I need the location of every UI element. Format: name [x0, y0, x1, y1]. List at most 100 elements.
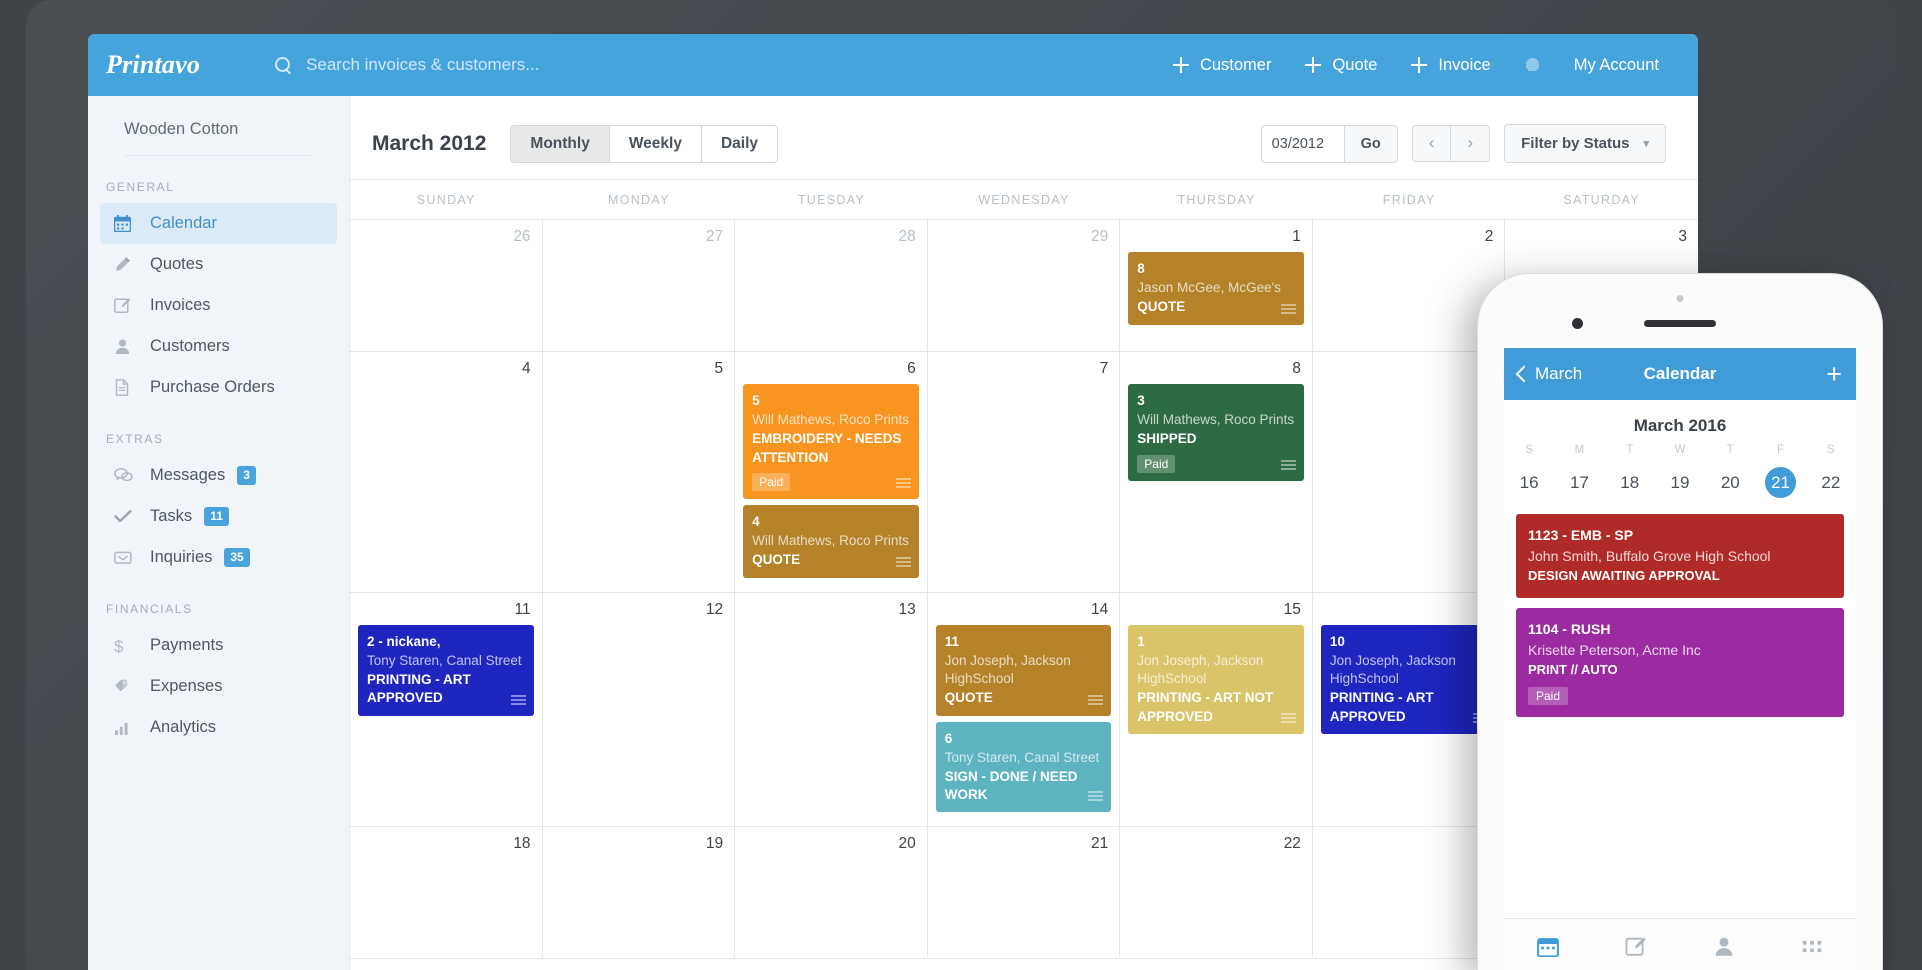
- event-status: PRINTING - ART APPROVED: [367, 672, 471, 706]
- calendar-day-cell[interactable]: 8 3 Will Mathews, Roco Prints SHIPPED Paid: [1120, 352, 1313, 592]
- calendar-day-cell[interactable]: 18: [350, 827, 543, 959]
- notifications-button[interactable]: [1508, 57, 1557, 74]
- phone-add-button[interactable]: +: [1826, 360, 1842, 388]
- add-invoice-button[interactable]: Invoice: [1394, 56, 1507, 75]
- day-number: 21: [1091, 835, 1109, 853]
- event-drag-handle-icon[interactable]: [895, 477, 911, 490]
- phone-date-number: 21: [1765, 467, 1797, 498]
- calendar-day-cell[interactable]: 13: [735, 592, 928, 827]
- sidebar-item-inquiries[interactable]: Inquiries 35: [100, 537, 337, 578]
- phone-date-cell[interactable]: 20: [1705, 463, 1755, 502]
- phone-date-cell[interactable]: 18: [1605, 463, 1655, 502]
- view-daily-button[interactable]: Daily: [701, 125, 778, 162]
- day-number: 8: [1292, 360, 1301, 377]
- event-drag-handle-icon[interactable]: [1088, 694, 1104, 707]
- prev-month-button[interactable]: ‹: [1413, 126, 1452, 161]
- event-drag-handle-icon[interactable]: [1280, 459, 1296, 472]
- phone-camera: [1572, 318, 1583, 329]
- event-paid-badge: Paid: [752, 472, 791, 491]
- calendar-day-cell[interactable]: 14 11 Jon Joseph, Jackson HighSchool QUOTE 6…: [928, 592, 1121, 827]
- phone-date-cell[interactable]: 19: [1655, 463, 1705, 502]
- chat-bubbles-icon: [114, 467, 136, 484]
- filter-by-status-dropdown[interactable]: Filter by Status ▾: [1504, 124, 1666, 163]
- search-input[interactable]: [306, 55, 827, 75]
- sidebar-item-tasks[interactable]: Tasks 11: [100, 496, 337, 537]
- calendar-day-cell[interactable]: 15 1 Jon Joseph, Jackson HighSchool PRINTIN…: [1120, 592, 1313, 827]
- go-button[interactable]: Go: [1343, 125, 1397, 162]
- phone-back-button[interactable]: March: [1515, 364, 1582, 384]
- calendar-day-cell[interactable]: 28: [735, 220, 928, 351]
- phone-date-cell[interactable]: 21: [1755, 463, 1805, 502]
- calendar-event[interactable]: 6 Tony Staren, Canal Street SIGN - DONE / …: [935, 721, 1112, 813]
- calendar-event[interactable]: 10 Jon Joseph, Jackson HighSchool PRINTING…: [1320, 624, 1497, 734]
- phone-month-label: March 2016: [1633, 416, 1727, 435]
- view-weekly-button[interactable]: Weekly: [609, 125, 702, 162]
- add-quote-button[interactable]: Quote: [1288, 56, 1394, 75]
- calendar-event[interactable]: 1 Jon Joseph, Jackson HighSchool PRINTING …: [1128, 624, 1304, 734]
- calendar-event[interactable]: 4 Will Mathews, Roco Prints QUOTE: [743, 504, 919, 578]
- calendar-day-cell[interactable]: 1 8 Jason McGee, McGee's QUOTE: [1120, 220, 1313, 351]
- event-drag-handle-icon[interactable]: [1088, 791, 1104, 803]
- phone-event-paid-badge: Paid: [1528, 686, 1569, 705]
- month-nav-group: ‹ ›: [1411, 125, 1491, 162]
- sidebar-item-customers[interactable]: Customers: [100, 326, 337, 367]
- calendar-day-cell[interactable]: 5: [543, 352, 736, 592]
- calendar-event[interactable]: 8 Jason McGee, McGee's QUOTE: [1128, 252, 1304, 325]
- calendar-event[interactable]: 5 Will Mathews, Roco Prints EMBROIDERY - N…: [743, 384, 919, 499]
- sidebar-section-financials: FINANCIALS: [106, 602, 193, 616]
- global-search[interactable]: [275, 55, 1156, 75]
- sidebar-item-invoices[interactable]: Invoices: [100, 285, 337, 326]
- event-drag-handle-icon[interactable]: [895, 556, 911, 569]
- sidebar-item-purchase-orders[interactable]: Purchase Orders: [100, 367, 337, 408]
- next-month-button[interactable]: ›: [1451, 126, 1489, 161]
- app-logo[interactable]: Printavo: [106, 50, 200, 80]
- event-status: PRINTING - ART NOT APPROVED: [1137, 690, 1274, 724]
- event-drag-handle-icon[interactable]: [1280, 303, 1296, 316]
- sidebar-item-calendar[interactable]: Calendar: [100, 203, 337, 244]
- phone-tab-customers[interactable]: [1713, 936, 1735, 957]
- view-monthly-button[interactable]: Monthly: [511, 125, 610, 162]
- phone-date-cell[interactable]: 17: [1554, 463, 1604, 502]
- date-input[interactable]: [1261, 125, 1344, 162]
- add-customer-button[interactable]: Customer: [1156, 56, 1289, 75]
- calendar-day-cell[interactable]: 29: [928, 220, 1121, 351]
- calendar-event[interactable]: 3 Will Mathews, Roco Prints SHIPPED Paid: [1128, 384, 1304, 481]
- phone-tab-invoices[interactable]: [1625, 936, 1647, 957]
- phone-date-cell[interactable]: 16: [1504, 463, 1554, 502]
- calendar-day-cell[interactable]: 22: [1120, 827, 1313, 959]
- sidebar-item-label: Calendar: [150, 214, 217, 232]
- calendar-event[interactable]: 2 - nickane, Tony Staren, Canal Street PRI…: [358, 624, 534, 716]
- my-account-button[interactable]: My Account: [1557, 56, 1676, 75]
- phone-tab-more[interactable]: [1801, 936, 1823, 957]
- event-drag-handle-icon[interactable]: [1280, 712, 1296, 725]
- phone-event[interactable]: 1104 - RUSH Krisette Peterson, Acme Inc PR…: [1516, 607, 1844, 717]
- sidebar-item-expenses[interactable]: Expenses: [100, 666, 337, 707]
- calendar-day-cell[interactable]: 20: [735, 827, 928, 959]
- sidebar-item-quotes[interactable]: Quotes: [100, 244, 337, 285]
- phone-tab-calendar[interactable]: [1537, 936, 1559, 957]
- calendar-day-cell[interactable]: 11 2 - nickane, Tony Staren, Canal Street P…: [350, 592, 543, 827]
- calendar-day-cell[interactable]: 19: [543, 827, 736, 959]
- calendar-day-cell[interactable]: 27: [543, 220, 736, 351]
- sidebar-item-analytics[interactable]: Analytics: [100, 707, 337, 748]
- calendar-day-cell[interactable]: 7: [928, 352, 1121, 592]
- calendar-day-cell[interactable]: 6 5 Will Mathews, Roco Prints EMBROIDERY - …: [735, 352, 928, 592]
- phone-event[interactable]: 1123 - EMB - SP John Smith, Buffalo Grove…: [1516, 514, 1844, 598]
- event-drag-handle-icon[interactable]: [510, 694, 526, 707]
- add-quote-label: Quote: [1332, 55, 1378, 74]
- event-customer: Jon Joseph, Jackson HighSchool: [944, 652, 1071, 687]
- calendar-day-cell[interactable]: 4: [350, 352, 543, 592]
- calendar-day-cell[interactable]: 12: [543, 592, 736, 827]
- phone-event-status: DESIGN AWAITING APPROVAL: [1528, 568, 1720, 584]
- calendar-day-cell[interactable]: 16 10 Jon Joseph, Jackson HighSchoolPRINTI…: [1313, 592, 1506, 827]
- sidebar-item-payments[interactable]: $ Payments: [100, 625, 337, 666]
- document-icon: [114, 379, 136, 396]
- sidebar-item-messages[interactable]: Messages 3: [100, 455, 337, 496]
- calendar-day-cell[interactable]: 21: [928, 827, 1121, 959]
- calendar-day-cell[interactable]: 2: [1313, 220, 1506, 351]
- calendar-day-cell[interactable]: 23: [1313, 827, 1506, 959]
- calendar-day-cell[interactable]: 9: [1313, 352, 1506, 592]
- calendar-day-cell[interactable]: 26: [350, 220, 543, 351]
- calendar-event[interactable]: 11 Jon Joseph, Jackson HighSchool QUOTE: [935, 624, 1112, 716]
- phone-date-cell[interactable]: 22: [1806, 463, 1856, 502]
